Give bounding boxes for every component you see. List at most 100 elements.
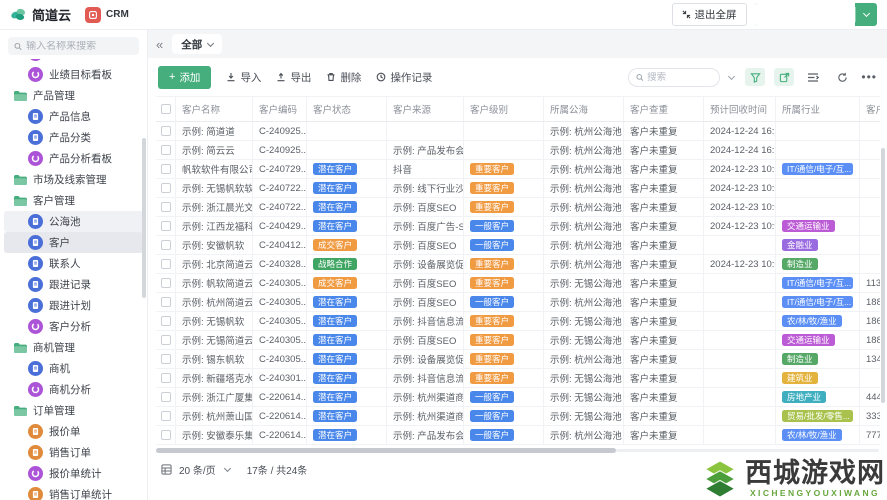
row-checkbox[interactable] xyxy=(160,126,171,136)
sidebar-item[interactable]: 产品信息 xyxy=(4,106,143,127)
sidebar-item[interactable]: 商机管理 xyxy=(4,337,143,358)
page-size-select[interactable]: 20 条/页 xyxy=(179,462,216,477)
column-header[interactable]: 预计回收时间 xyxy=(704,97,776,121)
import-button[interactable]: 导入 xyxy=(226,70,261,85)
select-all-checkbox[interactable] xyxy=(160,104,171,114)
cell-customer-source: 示例: 百度SEO xyxy=(387,331,464,349)
sidebar-item[interactable]: 产品分析看板 xyxy=(4,148,143,169)
sidebar-item[interactable]: 产品管理 xyxy=(4,85,143,106)
row-checkbox[interactable] xyxy=(160,240,171,250)
column-header[interactable]: 客户来源 xyxy=(387,97,464,121)
table-row[interactable]: 示例: 锡东帆软C-240305... 潜在客户 示例: 设备展览促... 重要客户 示… xyxy=(156,350,880,369)
table-row[interactable]: 示例: 新疆塔克水...C-240301... 潜在客户 示例: 抖音信息流重要客户… xyxy=(156,369,880,388)
install-template-button[interactable]: 安装模板(带数据) xyxy=(754,3,877,26)
sidebar-item[interactable]: 报价单统计 xyxy=(4,463,143,484)
sidebar-item[interactable]: 市场及线索管理 xyxy=(4,169,143,190)
column-header[interactable]: 客户编码 xyxy=(253,97,307,121)
cell-industry: 金融业 xyxy=(776,236,860,254)
column-settings-button[interactable] xyxy=(803,68,823,86)
cell-phone: 186 xyxy=(866,315,880,327)
folder-icon xyxy=(14,90,27,101)
sidebar-item[interactable]: 客户管理 xyxy=(4,190,143,211)
sidebar-search-input[interactable] xyxy=(26,40,133,52)
share-view-button[interactable] xyxy=(774,68,795,86)
table-row[interactable]: 示例: 北京简道云...C-240328... 战略合作 示例: 设备展览促... 重… xyxy=(156,255,880,274)
sidebar-item[interactable]: 商机分析 xyxy=(4,379,143,400)
sidebar-item[interactable]: 跟进计划 xyxy=(4,295,143,316)
table-row[interactable]: 示例: 杭州简道云 C-240305... 潜在客户 示例: 百度SEO 一般客户 示例:… xyxy=(156,293,880,312)
tab-all[interactable]: 全部 xyxy=(172,34,223,54)
table-row[interactable]: 示例: 简云云C-240925... 示例: 产品发布会... 示例: 杭州公海池客… xyxy=(156,141,880,160)
row-checkbox[interactable] xyxy=(160,221,171,231)
column-header[interactable]: 所属行业 xyxy=(776,97,860,121)
sidebar-item[interactable]: 订单管理 xyxy=(4,400,143,421)
row-checkbox[interactable] xyxy=(160,297,171,307)
row-checkbox[interactable] xyxy=(160,373,171,383)
table-row[interactable]: 示例: 安徽帆软 C-240412... 成交客户 示例: 百度SEO 一般客户 示例: … xyxy=(156,236,880,255)
sidebar-item[interactable]: 销售订单 xyxy=(4,442,143,463)
collapse-sidebar-icon[interactable]: « xyxy=(156,38,163,51)
filter-button[interactable] xyxy=(745,68,766,86)
table-search-box[interactable] xyxy=(628,67,721,87)
delete-button[interactable]: 删除 xyxy=(326,70,361,85)
row-checkbox[interactable] xyxy=(160,202,171,212)
row-checkbox[interactable] xyxy=(160,430,171,440)
row-checkbox[interactable] xyxy=(160,278,171,288)
table-row[interactable]: 示例: 浙江广厦集团C-220614... 潜在客户 示例: 杭州渠道商... 一般客… xyxy=(156,388,880,407)
refresh-button[interactable] xyxy=(832,68,852,86)
table-row[interactable]: 示例: 无锡帆软 C-240305... 潜在客户 示例: 抖音信息流 重要客户 示例: … xyxy=(156,312,880,331)
table-row[interactable]: 示例: 简道道 C-240925... 示例: 杭州公海池 客户未重复 2024-12-… xyxy=(156,122,880,141)
row-checkbox[interactable] xyxy=(160,354,171,364)
column-header[interactable]: 客户级别 xyxy=(464,97,544,121)
sidebar-item[interactable]: 公海池 xyxy=(4,211,143,232)
history-button[interactable]: 操作记录 xyxy=(376,70,432,85)
table-row[interactable]: 示例: 无锡帆软软件C-240722... 潜在客户 示例: 线下行业沙龙重要客户 示… xyxy=(156,179,880,198)
cell-recover-time xyxy=(704,369,776,387)
column-header[interactable]: 客户状态 xyxy=(307,97,387,121)
table-row[interactable]: 示例: 江西龙福科...C-240429... 潜在客户 示例: 百度广告-SEM 一… xyxy=(156,217,880,236)
sidebar-item[interactable]: 跟进记录 xyxy=(4,274,143,295)
table-search-input[interactable] xyxy=(647,71,713,83)
export-button[interactable]: 导出 xyxy=(276,70,311,85)
exit-fullscreen-button[interactable]: 退出全屏 xyxy=(671,3,747,26)
sidebar-item[interactable]: 客户分析 xyxy=(4,316,143,337)
row-checkbox[interactable] xyxy=(160,145,171,155)
table-row[interactable]: 示例: 无锡简道云 C-240305... 潜在客户 示例: 百度SEO 重要客户 示例:… xyxy=(156,331,880,350)
row-checkbox[interactable] xyxy=(160,183,171,193)
row-checkbox[interactable] xyxy=(160,392,171,402)
sidebar-item[interactable]: 报价单 xyxy=(4,421,143,442)
table-row[interactable]: 示例: 帆软简道云 C-240305... 成交客户 示例: 百度SEO 重要客户 示例:… xyxy=(156,274,880,293)
column-header[interactable]: 客户查重 xyxy=(624,97,704,121)
sidebar-item[interactable]: 客户 xyxy=(4,232,143,253)
level-badge: 一般客户 xyxy=(470,219,515,233)
table-row[interactable]: 帆软软件有限公司 C-240729... 潜在客户 抖音 重要客户 示例: 杭州公海池 客户… xyxy=(156,160,880,179)
cell-customer-status xyxy=(307,122,387,140)
chevron-down-icon[interactable] xyxy=(223,464,231,472)
row-checkbox[interactable] xyxy=(160,316,171,326)
row-checkbox[interactable] xyxy=(160,335,171,345)
more-options-button[interactable]: ••• xyxy=(861,70,877,84)
scrollbar-thumb[interactable] xyxy=(156,448,616,453)
sidebar-search-box[interactable] xyxy=(8,37,139,55)
watermark-subtitle: XICHENGYOUXIWANG xyxy=(749,488,881,498)
table-row[interactable]: 示例: 杭州萧山国...C-220614... 潜在客户 示例: 杭州渠道商... 一… xyxy=(156,407,880,426)
search-field-dropdown-icon[interactable] xyxy=(728,72,736,80)
column-header[interactable]: 客户名称 xyxy=(176,97,253,121)
vertical-scrollbar[interactable] xyxy=(881,148,885,403)
column-header[interactable]: 客户电话 xyxy=(860,97,880,121)
sidebar-item[interactable]: 联系人 xyxy=(4,253,143,274)
row-checkbox[interactable] xyxy=(160,164,171,174)
sidebar-scrollbar[interactable] xyxy=(142,138,146,298)
row-checkbox[interactable] xyxy=(160,411,171,421)
cell-industry: 制造业 xyxy=(776,255,860,273)
sidebar-item[interactable]: 商机 xyxy=(4,358,143,379)
column-header[interactable]: 所属公海 xyxy=(544,97,624,121)
table-row[interactable]: 示例: 安徽泰乐集团C-220614... 潜在客户 示例: 产品发布会... 一般客… xyxy=(156,426,880,445)
add-button[interactable]: + 添加 xyxy=(158,65,212,89)
sidebar-item[interactable]: 业绩目标看板 xyxy=(4,64,143,85)
table-row[interactable]: 示例: 浙江晨光文...C-240722... 潜在客户 示例: 百度SEO 重要客户… xyxy=(156,198,880,217)
sidebar-item[interactable]: 销售订单统计 xyxy=(4,484,143,500)
install-dropdown-button[interactable] xyxy=(856,9,877,20)
row-checkbox[interactable] xyxy=(160,259,171,269)
sidebar-item[interactable]: 产品分类 xyxy=(4,127,143,148)
